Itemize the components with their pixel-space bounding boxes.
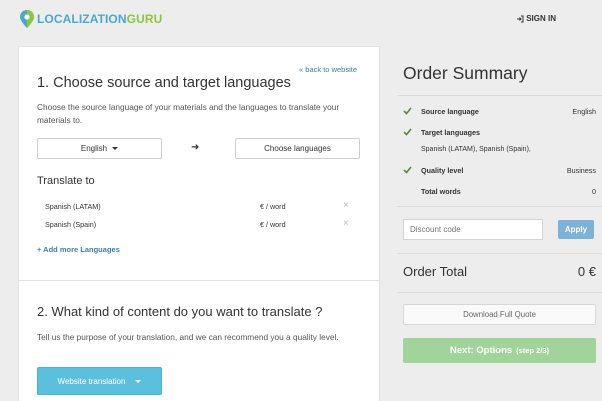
add-more-languages-link[interactable]: + Add more Languages <box>37 245 120 254</box>
divider <box>397 95 602 96</box>
language-name: Spanish (Spain) <box>45 220 97 229</box>
content-type-label: Website translation <box>57 376 126 386</box>
source-language-label: English <box>80 144 108 153</box>
remove-icon[interactable]: × <box>343 200 349 211</box>
remove-icon[interactable]: × <box>343 218 349 229</box>
apply-button[interactable]: Apply <box>558 220 594 239</box>
check-icon <box>403 166 412 174</box>
summary-label: Quality level <box>421 166 464 175</box>
header: LOCALIZATIONGURU SIGN IN <box>0 0 602 44</box>
divider <box>397 292 602 293</box>
back-to-website-link[interactable]: « back to website <box>299 65 357 74</box>
summary-label: Source language <box>421 107 479 116</box>
content-type-dropdown[interactable]: Website translation <box>37 367 162 395</box>
logo-text: LOCALIZATIONGURU <box>37 12 163 26</box>
step2-description: Tell us the purpose of your translation,… <box>37 332 339 342</box>
divider <box>397 253 602 254</box>
download-quote-button[interactable]: Download Full Quote <box>403 304 596 325</box>
language-price: € / word <box>260 220 286 229</box>
order-summary-title: Order Summary <box>403 63 528 83</box>
discount-code-input[interactable] <box>403 219 543 240</box>
step-indicator: (step 2/3) <box>516 346 550 355</box>
summary-value: Business <box>566 166 596 175</box>
check-icon <box>403 128 412 136</box>
list-item: Spanish (LATAM) € / word × <box>37 198 363 216</box>
language-name: Spanish (LATAM) <box>45 202 101 211</box>
step1-description: Choose the source language of your mater… <box>37 102 340 125</box>
source-language-dropdown[interactable]: English <box>37 138 162 159</box>
next-options-button[interactable]: Next: Options (step 2/3) <box>403 338 596 363</box>
check-icon <box>403 107 412 115</box>
section-divider <box>19 280 379 281</box>
caret-down-icon <box>135 379 142 383</box>
target-languages-list: Spanish (LATAM), Spanish (Spain), <box>421 146 531 153</box>
summary-label: Total words <box>421 187 461 196</box>
sign-in-link[interactable]: SIGN IN <box>516 14 556 23</box>
summary-value: English <box>572 107 596 116</box>
summary-value: 0 <box>592 187 596 196</box>
list-item: Spanish (Spain) € / word × <box>37 216 363 234</box>
translate-to-heading: Translate to <box>37 175 95 187</box>
order-summary-panel: Order Summary Source language English Ta… <box>397 46 602 401</box>
order-total-value: 0 € <box>577 264 596 279</box>
logo[interactable]: LOCALIZATIONGURU <box>20 10 162 28</box>
language-price: € / word <box>260 202 286 211</box>
caret-down-icon <box>112 147 119 150</box>
map-pin-icon <box>20 10 34 28</box>
step1-title: 1. Choose source and target languages <box>37 75 291 91</box>
arrow-right-icon: ➜ <box>191 142 200 153</box>
next-label: Next: Options <box>449 345 513 356</box>
order-total-label: Order Total <box>403 264 468 279</box>
summary-label: Target languages <box>421 128 480 137</box>
step2-title: 2. What kind of content do you want to t… <box>37 304 323 319</box>
sign-in-icon <box>517 15 524 22</box>
divider <box>397 206 602 207</box>
order-form-panel: « back to website 1. Choose source and t… <box>18 46 380 401</box>
sign-in-label: SIGN IN <box>526 14 556 23</box>
choose-languages-button[interactable]: Choose languages <box>235 138 360 159</box>
